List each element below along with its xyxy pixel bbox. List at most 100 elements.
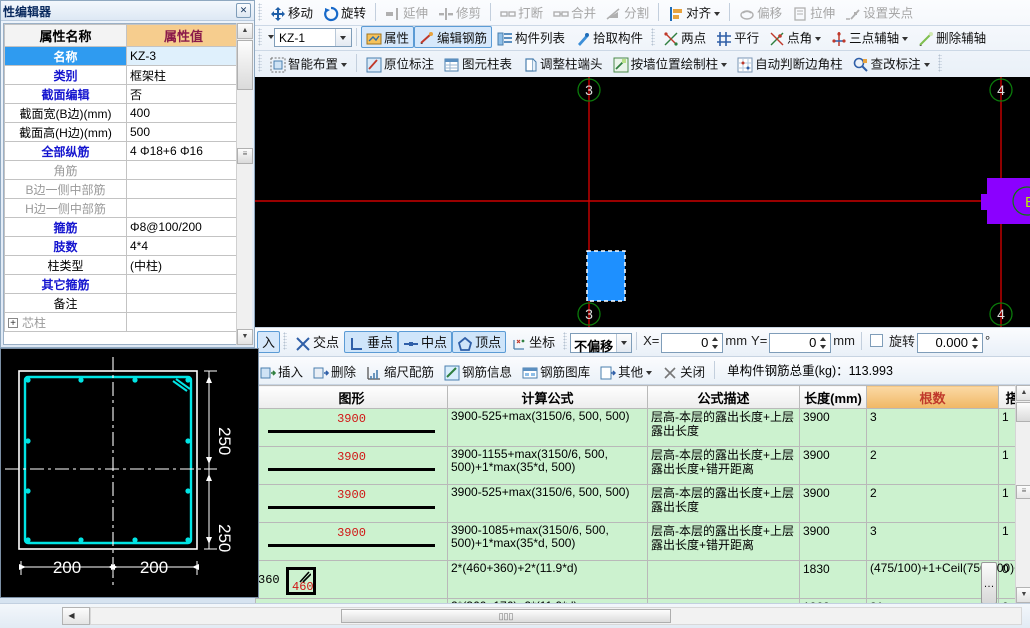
chevron-down-icon[interactable] — [714, 11, 721, 16]
property-value-cell[interactable] — [126, 179, 241, 199]
自动判断边角柱-button[interactable]: 自动判断边角柱 — [732, 52, 848, 74]
toolbar-grip-handle[interactable] — [563, 331, 568, 350]
count-cell[interactable]: 3 — [866, 522, 999, 561]
property-value-cell[interactable] — [126, 274, 241, 294]
property-row[interactable]: 肢数 4*4 — [4, 236, 241, 256]
chevron-down-icon[interactable] — [721, 62, 728, 67]
property-name-cell[interactable]: 备注 — [4, 293, 127, 313]
移动-button[interactable]: 移动 — [265, 1, 318, 23]
三点辅轴-button[interactable]: 三点辅轴 — [826, 26, 913, 48]
horizontal-scroll-left-block[interactable]: ◀ — [62, 607, 90, 625]
property-row[interactable]: + 芯柱 — [4, 312, 241, 332]
grid-scroll-down-arrow[interactable]: ▼ — [1016, 587, 1030, 603]
shape-cell[interactable]: 3900 — [255, 446, 448, 485]
两点-button[interactable]: 两点 — [658, 26, 711, 48]
member-name-combobox[interactable]: KZ-1 — [274, 28, 352, 47]
x-coordinate-field-down[interactable] — [710, 343, 721, 351]
length-cell[interactable]: 3900 — [799, 522, 867, 561]
shape-cell[interactable]: 3900 — [255, 408, 448, 447]
count-cell[interactable]: 2 — [866, 446, 999, 485]
property-value-cell[interactable] — [126, 293, 241, 313]
property-value-cell[interactable]: Φ8@100/200 — [126, 217, 241, 237]
property-name-cell[interactable]: 柱类型 — [4, 255, 127, 275]
formula-cell[interactable]: 3900-525+max(3150/6, 500, 500) — [447, 408, 648, 447]
formula-cell[interactable]: 3900-525+max(3150/6, 500, 500) — [447, 484, 648, 523]
property-value-cell[interactable]: 框架柱 — [126, 65, 241, 85]
顶点-snap-button[interactable]: 顶点 — [452, 331, 507, 353]
x-coordinate-field-up[interactable] — [710, 335, 721, 343]
horizontal-scrollbar-track[interactable]: ▯▯▯ — [90, 607, 1022, 625]
对齐-button[interactable]: 对齐 — [663, 1, 725, 23]
length-cell[interactable]: 1830 — [799, 560, 867, 599]
property-row[interactable]: H边一侧中部筋 — [4, 198, 241, 218]
expander-plus-icon[interactable]: + — [8, 318, 18, 329]
y-coordinate-field-up[interactable] — [818, 335, 829, 343]
rebar-calculation-grid[interactable]: 图形计算公式公式描述长度(mm)根数搭接 3900 3900-525+max(31… — [255, 385, 1030, 603]
length-cell[interactable]: 3900 — [799, 446, 867, 485]
其他-button[interactable]: 其他 — [595, 360, 657, 382]
table-row[interactable]: 3900 3900-525+max(3150/6, 500, 500) 层高-本层的… — [255, 484, 1030, 523]
删除辅轴-button[interactable]: 删除辅轴 — [913, 26, 991, 48]
chevron-down-icon[interactable] — [341, 62, 348, 67]
formula-description-cell[interactable]: 层高-本层的露出长度+上层露出长度+错开距离 — [647, 446, 800, 485]
toolbar-grip-handle[interactable] — [258, 27, 262, 46]
rotate-angle-field[interactable] — [916, 332, 983, 353]
table-row[interactable]: 3900 3900-1085+max(3150/6, 500, 500)+1*ma… — [255, 522, 1030, 561]
column-header-4[interactable]: 根数 — [866, 385, 999, 409]
图元柱表-button[interactable]: 图元柱表 — [439, 52, 517, 74]
toolbar-grip-handle[interactable] — [258, 53, 262, 72]
property-row[interactable]: 其它箍筋 — [4, 274, 241, 294]
property-value-cell[interactable] — [126, 198, 241, 218]
grid-scroll-thumb[interactable] — [1016, 402, 1030, 422]
rotate-angle-field-up[interactable] — [970, 335, 981, 343]
property-vertical-scrollbar[interactable]: ▲ ≡ ▼ — [236, 23, 253, 345]
旋转-button[interactable]: 旋转 — [318, 1, 371, 23]
property-name-cell[interactable]: 截面编辑 — [4, 84, 127, 104]
column-header-3[interactable]: 长度(mm) — [799, 385, 867, 409]
property-row[interactable]: 截面宽(B边)(mm) 400 — [4, 103, 241, 123]
count-cell[interactable]: 2 — [866, 484, 999, 523]
column-header-0[interactable]: 图形 — [255, 385, 448, 409]
shape-cell[interactable]: 3900 — [255, 522, 448, 561]
prop-scroll-grip[interactable]: ≡ — [237, 148, 253, 164]
property-name-cell[interactable]: 肢数 — [4, 236, 127, 256]
属性-button[interactable]: 属性 — [361, 26, 415, 48]
property-value-cell[interactable] — [126, 312, 241, 332]
formula-cell[interactable]: 2*(460+360)+2*(11.9*d) — [447, 560, 648, 599]
property-value-cell[interactable]: (中柱) — [126, 255, 241, 275]
property-name-cell[interactable]: 名称 — [4, 46, 127, 66]
插入-button[interactable]: 插入 — [255, 360, 308, 382]
formula-description-cell[interactable]: 层高-本层的露出长度+上层露出长度 — [647, 484, 800, 523]
property-row[interactable]: B边一侧中部筋 — [4, 179, 241, 199]
x-coordinate-field[interactable] — [661, 332, 724, 353]
property-name-cell[interactable]: 全部纵筋 — [4, 141, 127, 161]
toolbar-grip-handle[interactable] — [937, 53, 942, 72]
坐标-snap-button[interactable]: 坐标 — [506, 331, 560, 353]
property-row[interactable]: 截面高(H边)(mm) 500 — [4, 122, 241, 142]
property-name-cell[interactable]: 截面高(H边)(mm) — [4, 122, 127, 142]
toolbar-grip-handle[interactable] — [258, 2, 262, 21]
property-name-cell[interactable]: 类别 — [4, 65, 127, 85]
property-name-cell[interactable]: H边一侧中部筋 — [4, 198, 127, 218]
钢筋信息-button[interactable]: 钢筋信息 — [439, 360, 517, 382]
y-coordinate-field-down[interactable] — [818, 343, 829, 351]
prop-scroll-down-arrow[interactable]: ▼ — [237, 329, 253, 345]
horizontal-scrollbar-thumb[interactable]: ▯▯▯ — [341, 609, 671, 623]
length-cell[interactable]: 3900 — [799, 484, 867, 523]
rotate-checkbox[interactable] — [869, 334, 883, 347]
property-value-cell[interactable]: 否 — [126, 84, 241, 104]
formula-description-cell[interactable]: 层高-本层的露出长度+上层露出长度 — [647, 408, 800, 447]
property-name-cell[interactable]: 其它箍筋 — [4, 274, 127, 294]
table-row[interactable]: 3900 3900-1155+max(3150/6, 500, 500)+1*ma… — [255, 446, 1030, 485]
缩尺配筋-button[interactable]: 缩尺配筋 — [361, 360, 439, 382]
prop-scroll-up-arrow[interactable]: ▲ — [237, 23, 253, 39]
中点-snap-button[interactable]: 中点 — [398, 331, 453, 353]
property-value-cell[interactable]: 400 — [126, 103, 241, 123]
grid-scroll-up-arrow[interactable]: ▲ — [1016, 385, 1030, 401]
shape-cell[interactable]: 360 460 — [255, 560, 448, 599]
chevron-down-icon[interactable] — [902, 36, 909, 41]
调整柱端头-button[interactable]: 调整柱端头 — [517, 52, 608, 74]
y-coordinate-field[interactable] — [769, 332, 832, 353]
property-row[interactable]: 角筋 — [4, 160, 241, 180]
钢筋图库-button[interactable]: 钢筋图库 — [517, 360, 595, 382]
